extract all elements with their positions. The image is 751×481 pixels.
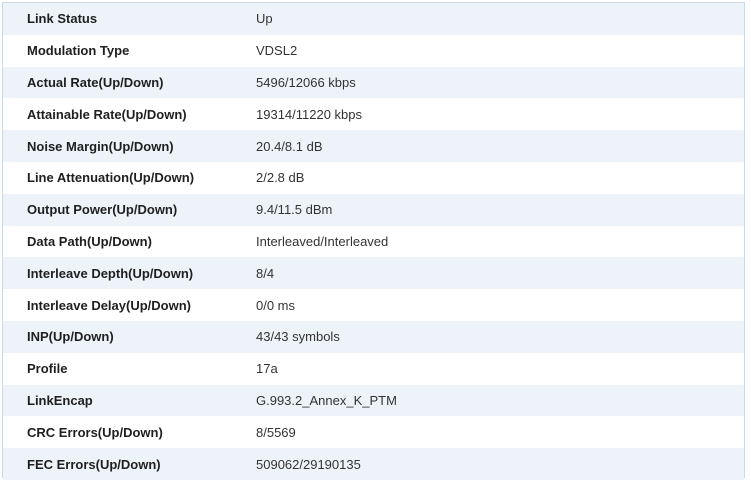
row-label: LinkEncap <box>27 392 93 408</box>
row-value: 17a <box>256 361 278 377</box>
row-label: INP(Up/Down) <box>27 329 114 345</box>
table-row-actual-rate: Actual Rate(Up/Down) 5496/12066 kbps <box>3 66 744 99</box>
row-value: 9.4/11.5 dBm <box>256 202 333 218</box>
row-label: Actual Rate(Up/Down) <box>27 74 164 90</box>
row-value: Up <box>256 11 273 27</box>
row-label: Profile <box>27 361 68 377</box>
row-label: CRC Errors(Up/Down) <box>27 424 163 440</box>
row-value: 43/43 symbols <box>256 329 340 345</box>
table-row-link-encap: LinkEncap G.993.2_Annex_K_PTM <box>3 384 744 417</box>
table-row-data-path: Data Path(Up/Down) Interleaved/Interleav… <box>3 225 744 258</box>
table-row-profile: Profile 17a <box>3 352 744 385</box>
row-label: FEC Errors(Up/Down) <box>27 456 161 472</box>
row-value: 2/2.8 dB <box>256 170 305 186</box>
row-label: Data Path(Up/Down) <box>27 233 152 249</box>
row-label: Output Power(Up/Down) <box>27 202 178 218</box>
table-row-line-attenuation: Line Attenuation(Up/Down) 2/2.8 dB <box>3 161 744 194</box>
row-value: 8/4 <box>256 265 275 281</box>
row-label: Interleave Depth(Up/Down) <box>27 265 194 281</box>
row-value: VDSL2 <box>256 43 298 59</box>
row-value: 0/0 ms <box>256 297 296 313</box>
table-row-interleave-depth: Interleave Depth(Up/Down) 8/4 <box>3 257 744 290</box>
row-value: 19314/11220 kbps <box>256 106 363 122</box>
row-value: 5496/12066 kbps <box>256 74 356 90</box>
table-row-attainable-rate: Attainable Rate(Up/Down) 19314/11220 kbp… <box>3 98 744 131</box>
row-label: Modulation Type <box>27 43 130 59</box>
row-label: Link Status <box>27 11 98 27</box>
table-row-noise-margin: Noise Margin(Up/Down) 20.4/8.1 dB <box>3 130 744 162</box>
row-value: 20.4/8.1 dB <box>256 138 323 154</box>
table-row-output-power: Output Power(Up/Down) 9.4/11.5 dBm <box>3 193 744 226</box>
table-row-crc-errors: CRC Errors(Up/Down) 8/5569 <box>3 416 744 449</box>
row-value: 8/5569 <box>256 424 296 440</box>
row-label: Attainable Rate(Up/Down) <box>27 106 187 122</box>
table-row-modulation-type: Modulation Type VDSL2 <box>3 34 744 67</box>
row-value: Interleaved/Interleaved <box>256 233 389 249</box>
row-label: Noise Margin(Up/Down) <box>27 138 174 154</box>
row-value: G.993.2_Annex_K_PTM <box>256 392 397 408</box>
row-label: Interleave Delay(Up/Down) <box>27 297 191 313</box>
row-label: Line Attenuation(Up/Down) <box>27 170 195 186</box>
table-row-inp: INP(Up/Down) 43/43 symbols <box>3 320 744 353</box>
dsl-status-table: Link Status Up Modulation Type VDSL2 Act… <box>2 2 745 480</box>
table-row-link-status: Link Status Up <box>3 3 744 35</box>
row-value: 509062/29190135 <box>256 456 361 472</box>
table-row-interleave-delay: Interleave Delay(Up/Down) 0/0 ms <box>3 289 744 321</box>
table-row-fec-errors: FEC Errors(Up/Down) 509062/29190135 <box>3 448 744 480</box>
